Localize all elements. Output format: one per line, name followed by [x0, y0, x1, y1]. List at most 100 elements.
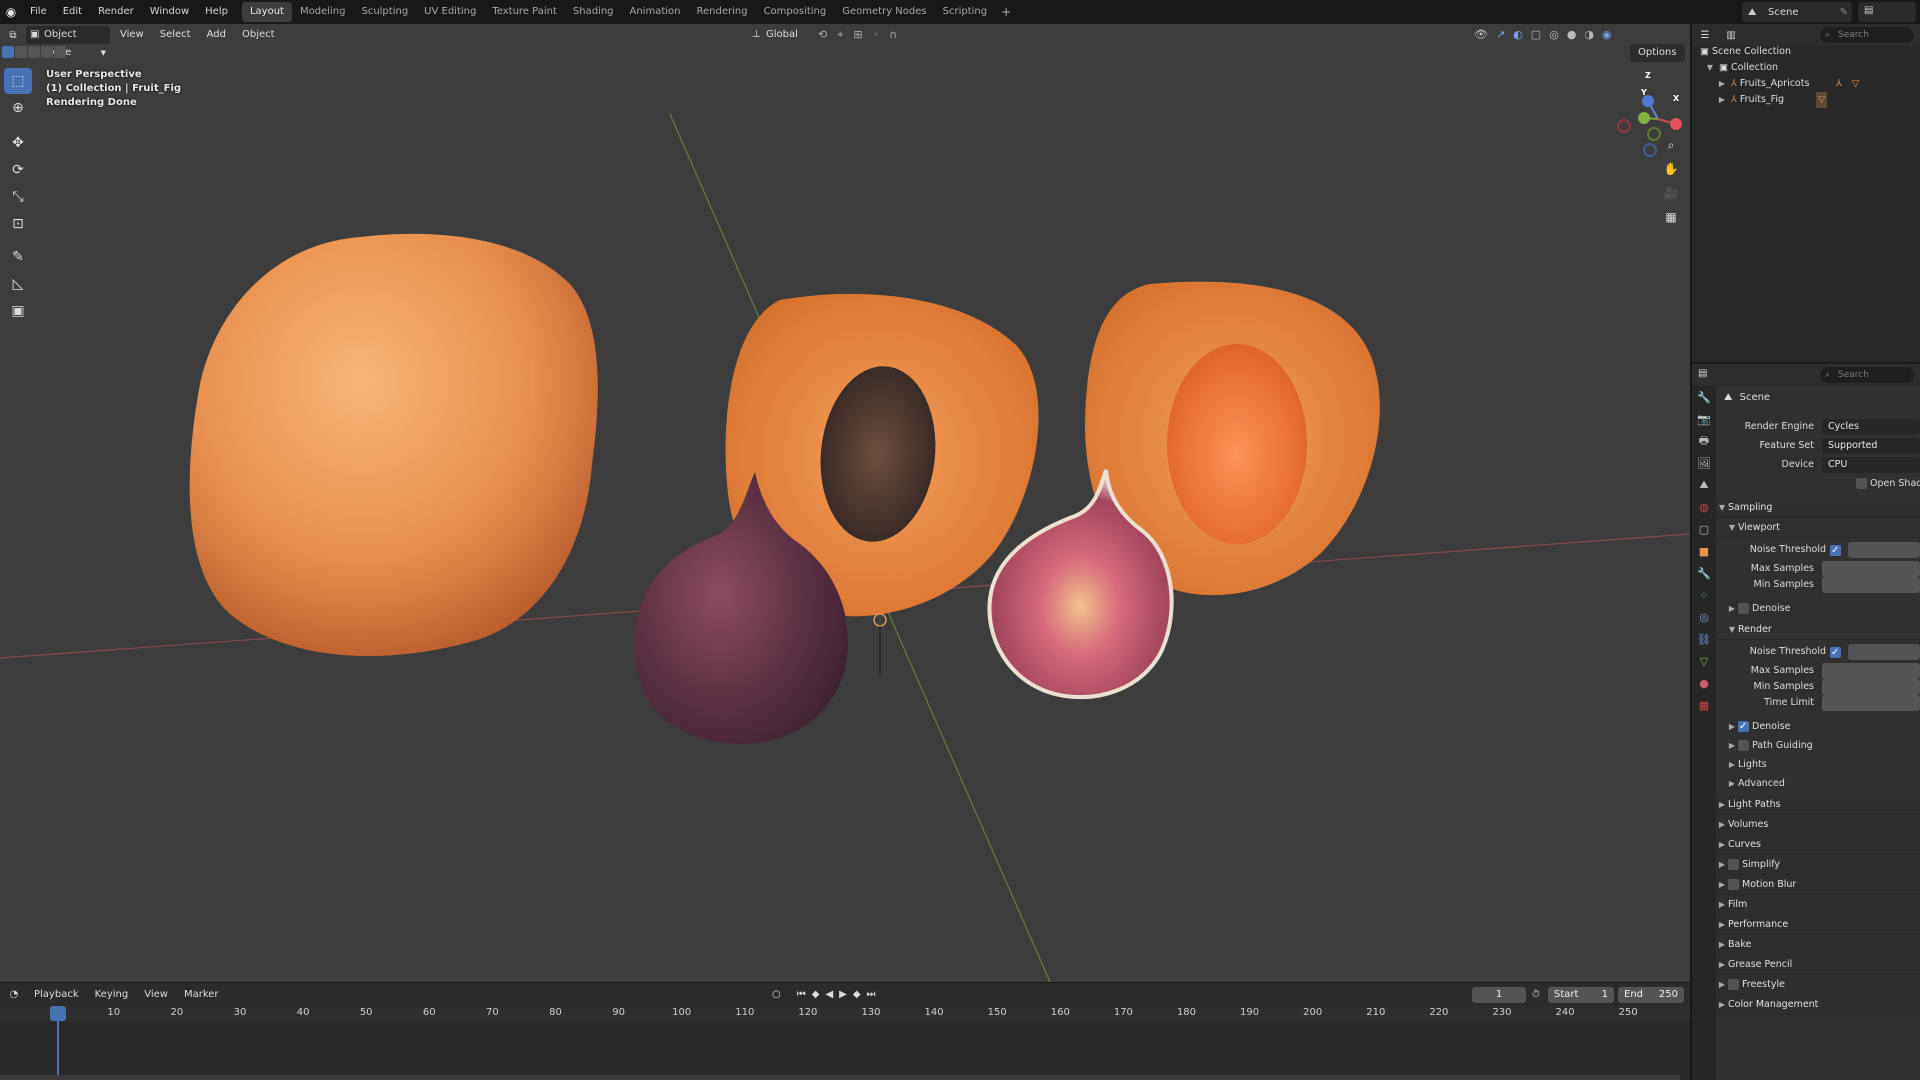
snap-icon[interactable]: ⌖ — [837, 28, 843, 42]
gizmo-toggle-icon[interactable]: ↗ — [1496, 28, 1505, 41]
jump-end-icon[interactable]: ⏭ — [867, 989, 876, 1000]
viewport-noise-threshold-field[interactable] — [1848, 542, 1920, 558]
blender-logo-icon[interactable]: ◉ — [0, 5, 22, 19]
menu-help[interactable]: Help — [197, 0, 236, 24]
tab-layout[interactable]: Layout — [241, 2, 292, 22]
path-guiding-row[interactable]: ▶ Path Guiding — [1716, 737, 1920, 755]
stopwatch-icon[interactable]: ⏱ — [1532, 989, 1540, 1000]
gizmo-x-label[interactable]: X — [1673, 94, 1679, 103]
transform-tool-icon[interactable]: ⊡ — [4, 211, 32, 237]
tab-uv-editing[interactable]: UV Editing — [416, 2, 484, 22]
material-shading-icon[interactable]: ◑ — [1584, 28, 1594, 41]
move-tool-icon[interactable]: ✥ — [4, 130, 32, 156]
outliner-search-input[interactable]: ⌕ Search — [1820, 27, 1914, 43]
apricots-expand-icon[interactable]: ▶ — [1716, 76, 1728, 92]
timeline[interactable]: 1102030405060708090100110120130140150160… — [0, 1006, 1690, 1080]
collection-expand-icon[interactable]: ▼ — [1704, 60, 1716, 76]
render-tab-icon[interactable]: 📷 — [1692, 408, 1716, 430]
start-frame-field[interactable]: Start 1 — [1548, 986, 1614, 1003]
constraints-tab-icon[interactable]: ⛓ — [1692, 628, 1716, 650]
feature-set-select[interactable]: Supported — [1822, 438, 1920, 454]
curves-panel-header[interactable]: ▶ Curves — [1716, 835, 1920, 855]
tab-sculpting[interactable]: Sculpting — [353, 2, 416, 22]
device-select[interactable]: CPU — [1822, 457, 1920, 473]
overlay-toggle-icon[interactable]: ◐ — [1513, 28, 1523, 41]
world-tab-icon[interactable]: ◍ — [1692, 496, 1716, 518]
jump-start-icon[interactable]: ⏮ — [797, 989, 806, 1000]
freestyle-checkbox[interactable] — [1728, 979, 1739, 990]
tab-texture-paint[interactable]: Texture Paint — [484, 2, 565, 22]
tab-geometry-nodes[interactable]: Geometry Nodes — [834, 2, 934, 22]
outliner-row-collection[interactable]: ▼ ▣ Collection — [1692, 60, 1920, 76]
proportional-edit-icon[interactable]: ◦ — [873, 28, 880, 42]
viewport-denoise-row[interactable]: ▶ Denoise — [1716, 600, 1920, 618]
fig-expand-icon[interactable]: ▶ — [1716, 92, 1728, 108]
select-intersect-icon[interactable] — [54, 46, 66, 58]
add-cube-tool-icon[interactable]: ▣ — [4, 298, 32, 324]
material-tab-icon[interactable]: ● — [1692, 672, 1716, 694]
grease-pencil-panel-header[interactable]: ▶ Grease Pencil — [1716, 955, 1920, 975]
tab-shading[interactable]: Shading — [565, 2, 622, 22]
tab-rendering[interactable]: Rendering — [688, 2, 755, 22]
select-box-tool-icon[interactable]: ⬚ — [4, 68, 32, 94]
viewport-denoise-checkbox[interactable] — [1738, 603, 1749, 614]
falloff-icon[interactable]: ∩ — [889, 28, 897, 42]
xray-icon[interactable]: ▢ — [1531, 28, 1541, 41]
play-icon[interactable]: ▶ — [839, 989, 847, 1000]
texture-tab-icon[interactable]: ▦ — [1692, 694, 1716, 716]
sampling-panel-header[interactable]: ▼ Sampling — [1716, 498, 1920, 518]
rotate-tool-icon[interactable]: ⟳ — [4, 157, 32, 183]
light-paths-panel-header[interactable]: ▶ Light Paths — [1716, 795, 1920, 815]
current-frame-field[interactable]: 1 — [1472, 986, 1526, 1003]
menu-window[interactable]: Window — [142, 0, 197, 24]
film-panel-header[interactable]: ▶ Film — [1716, 895, 1920, 915]
render-max-samples-field[interactable] — [1822, 663, 1920, 679]
render-time-limit-field[interactable] — [1822, 695, 1920, 711]
viewport-subpanel-header[interactable]: ▼ Viewport — [1716, 518, 1920, 538]
advanced-subpanel-header[interactable]: ▶ Advanced — [1716, 775, 1920, 793]
simplify-checkbox[interactable] — [1728, 859, 1739, 870]
menu-timeline-view[interactable]: View — [138, 986, 174, 1004]
visibility-icon[interactable]: 👁 — [1474, 28, 1488, 41]
particles-tab-icon[interactable]: ⁘ — [1692, 584, 1716, 606]
bake-panel-header[interactable]: ▶ Bake — [1716, 935, 1920, 955]
menu-playback[interactable]: Playback — [28, 986, 85, 1004]
menu-select[interactable]: Select — [154, 26, 197, 44]
menu-marker[interactable]: Marker — [178, 986, 225, 1004]
render-denoise-checkbox[interactable] — [1738, 718, 1749, 736]
lights-subpanel-header[interactable]: ▶ Lights — [1716, 756, 1920, 774]
measure-tool-icon[interactable]: ◺ — [4, 271, 32, 297]
end-frame-field[interactable]: End 250 — [1618, 986, 1684, 1003]
scene-selector[interactable]: ⛰ Scene ✎ — [1742, 2, 1852, 22]
timeline-scrollbar[interactable] — [0, 1075, 1680, 1080]
properties-search-input[interactable]: ⌕ Search — [1820, 367, 1914, 383]
render-min-samples-field[interactable] — [1822, 679, 1920, 695]
output-tab-icon[interactable]: 🖶 — [1692, 430, 1716, 452]
volumes-panel-header[interactable]: ▶ Volumes — [1716, 815, 1920, 835]
wireframe-shading-icon[interactable]: ◎ — [1549, 28, 1559, 41]
camera-view-icon[interactable]: 🎥 — [1660, 182, 1682, 204]
select-extend-icon[interactable] — [15, 46, 27, 58]
collection-tab-icon[interactable]: ▢ — [1692, 518, 1716, 540]
area-divider[interactable] — [1690, 24, 1692, 1080]
scale-tool-icon[interactable]: ⤡ — [4, 184, 32, 210]
options-dropdown[interactable]: Options — [1630, 44, 1685, 62]
outliner-editor-icon[interactable]: ☰ — [1692, 30, 1718, 41]
gizmo-z-label[interactable]: Z — [1645, 71, 1651, 80]
performance-panel-header[interactable]: ▶ Performance — [1716, 915, 1920, 935]
display-mode-icon[interactable]: ▥ — [1718, 30, 1744, 41]
annotate-tool-icon[interactable]: ✎ — [4, 244, 32, 270]
view-layer-selector[interactable]: ▤ — [1858, 2, 1916, 22]
data-tab-icon[interactable]: ▽ — [1692, 650, 1716, 672]
select-invert-icon[interactable] — [41, 46, 53, 58]
physics-tab-icon[interactable]: ◎ — [1692, 606, 1716, 628]
path-guiding-checkbox[interactable] — [1738, 740, 1749, 751]
menu-keying[interactable]: Keying — [89, 986, 135, 1004]
motion-blur-panel-header[interactable]: ▶ Motion Blur — [1716, 875, 1920, 895]
scene-tab-icon[interactable]: ⛰ — [1692, 474, 1716, 496]
select-new-icon[interactable] — [2, 46, 14, 58]
playhead[interactable] — [50, 1006, 66, 1021]
view-layer-tab-icon[interactable]: 🖼 — [1692, 452, 1716, 474]
zoom-icon[interactable]: ⌕ — [1660, 134, 1682, 156]
menu-add[interactable]: Add — [201, 26, 232, 44]
